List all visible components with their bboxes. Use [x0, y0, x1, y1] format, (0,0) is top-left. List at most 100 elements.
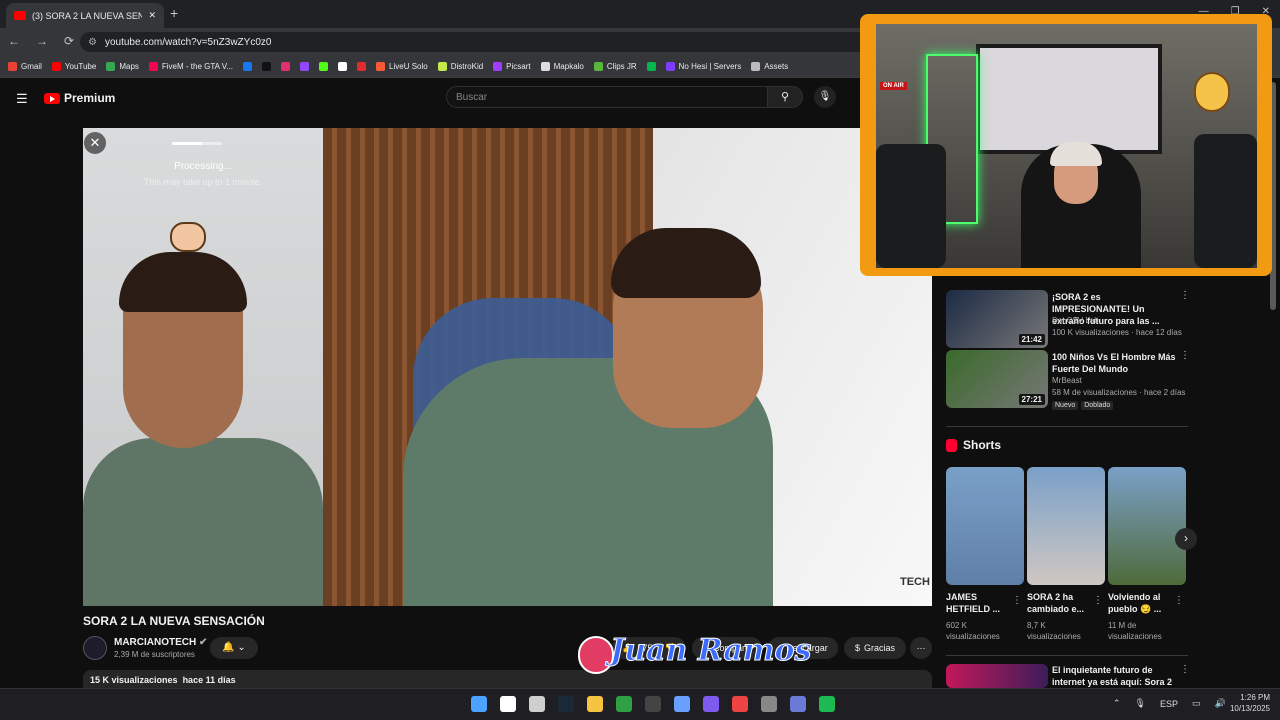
short-thumbnail[interactable]: [1108, 467, 1186, 585]
more-icon[interactable]: ⋮: [1180, 350, 1190, 361]
taskbar-app-icon[interactable]: [674, 696, 690, 712]
recommendation-title[interactable]: El inquietante futuro de internet ya est…: [1052, 664, 1176, 688]
bookmark-item[interactable]: Mapkalo: [540, 62, 584, 71]
voice-search-button[interactable]: 🎙: [814, 86, 836, 108]
search-button[interactable]: ⚲: [767, 86, 803, 108]
recommendation-badges: Nuevo Doblado: [1052, 400, 1116, 410]
channel-name[interactable]: MARCIANOTECH ✔: [114, 637, 207, 648]
short-thumbnail[interactable]: [946, 467, 1024, 585]
streamer-logo-text: Juan Ramos: [609, 633, 812, 668]
taskbar-app-icon[interactable]: [616, 696, 632, 712]
recommendation-meta: 100 K visualizaciones · hace 12 días: [1052, 328, 1182, 337]
bookmark-item[interactable]: [262, 62, 272, 71]
site-settings-icon[interactable]: ⚙: [88, 37, 97, 48]
bookmark-item[interactable]: Maps: [106, 62, 139, 71]
mic-icon[interactable]: 🎙: [1135, 698, 1146, 709]
taskbar-app-icon[interactable]: [790, 696, 806, 712]
back-button[interactable]: ←: [8, 34, 20, 48]
address-bar[interactable]: ⚙ youtube.com/watch?v=5nZ3wZYc0z0: [80, 32, 870, 52]
bookmark-label: FiveM - the GTA V...: [161, 62, 234, 71]
shorts-next-button[interactable]: ›: [1175, 528, 1197, 550]
reload-button[interactable]: ⟳: [64, 34, 74, 48]
close-icon[interactable]: ✕: [84, 132, 106, 154]
recommendation-channel[interactable]: MrBeast: [1052, 376, 1082, 385]
network-icon[interactable]: ▭: [1192, 698, 1201, 709]
bookmark-favicon-icon: [357, 62, 367, 71]
on-air-sign: ON AIR: [880, 82, 907, 90]
taskbar-app-icon[interactable]: [587, 696, 603, 712]
bookmark-item[interactable]: [319, 62, 329, 71]
notifications-button[interactable]: 🔔 ⌄: [210, 637, 258, 659]
tab-title: (3) SORA 2 LA NUEVA SENSACIÓN: [32, 10, 143, 21]
video-thumbnail[interactable]: 21:42: [946, 290, 1048, 348]
streamer-mascot-logo: [578, 636, 614, 674]
more-icon[interactable]: ⋮: [1180, 664, 1190, 675]
taskbar-app-icon[interactable]: [529, 696, 545, 712]
forward-button[interactable]: →: [36, 34, 48, 48]
short-views: 11 M de visualizaciones: [1108, 621, 1162, 641]
recommendation-title[interactable]: 100 Niños Vs El Hombre Más Fuerte Del Mu…: [1052, 351, 1176, 375]
more-icon[interactable]: ⋮: [1180, 290, 1190, 301]
bookmark-item[interactable]: [338, 62, 348, 71]
taskbar-app-icon[interactable]: [703, 696, 719, 712]
taskbar-app-icon[interactable]: [819, 696, 835, 712]
video-player[interactable]: [83, 128, 932, 606]
taskbar-app-icon[interactable]: [471, 696, 487, 712]
subscriber-count: 2,39 M de suscriptores: [114, 650, 195, 659]
short-thumbnail[interactable]: [1027, 467, 1105, 585]
new-tab-button[interactable]: +: [170, 5, 178, 21]
search-input[interactable]: Buscar: [446, 86, 768, 108]
bookmark-item[interactable]: FiveM - the GTA V...: [148, 62, 234, 71]
bookmark-item[interactable]: Picsart: [493, 62, 531, 71]
video-thumbnail[interactable]: [946, 664, 1048, 688]
bookmark-label: Clips JR: [606, 62, 637, 71]
taskbar-app-icon[interactable]: [645, 696, 661, 712]
bookmark-item[interactable]: Assets: [751, 62, 788, 71]
bookmark-item[interactable]: No Hesi | Servers: [665, 62, 741, 71]
bookmark-item[interactable]: YouTube: [51, 62, 97, 71]
bookmark-item[interactable]: Clips JR: [593, 62, 637, 71]
chevron-up-icon[interactable]: ⌃: [1113, 698, 1121, 709]
close-tab-icon[interactable]: ✕: [148, 10, 156, 21]
short-title[interactable]: JAMES HETFIELD ...: [946, 591, 1014, 615]
short-title[interactable]: Volviendo al pueblo 😏 ...: [1108, 591, 1176, 615]
more-actions-button[interactable]: ⋯: [910, 637, 932, 659]
bookmark-favicon-icon: [665, 62, 675, 71]
youtube-logo[interactable]: Premium: [44, 91, 115, 105]
bookmark-item[interactable]: Gmail: [8, 62, 42, 71]
bookmark-item[interactable]: LiveU Solo: [376, 62, 428, 71]
bookmark-favicon-icon: [243, 62, 253, 71]
channel-name-text: MARCIANOTECH: [114, 637, 197, 648]
short-title[interactable]: SORA 2 ha cambiado e...: [1027, 591, 1095, 615]
bookmark-item[interactable]: DistroKid: [437, 62, 483, 71]
browser-tab[interactable]: (3) SORA 2 LA NUEVA SENSACIÓN ✕: [6, 3, 164, 28]
thanks-button[interactable]: $ Gracias: [844, 637, 906, 659]
more-icon[interactable]: ⋮: [1174, 595, 1184, 606]
video-thumbnail[interactable]: 27:21: [946, 350, 1048, 408]
taskbar-app-icon[interactable]: [732, 696, 748, 712]
menu-icon[interactable]: ☰: [16, 91, 28, 107]
bookmark-label: YouTube: [64, 62, 97, 71]
bookmark-item[interactable]: [357, 62, 367, 71]
description-box[interactable]: 15 K visualizaciones hace 11 días: [83, 670, 932, 690]
bookmark-item[interactable]: [646, 62, 656, 71]
taskbar-app-icon[interactable]: [500, 696, 516, 712]
language-indicator[interactable]: ESP: [1160, 699, 1178, 709]
bookmark-item[interactable]: [281, 62, 291, 71]
short-views: 602 K visualizaciones: [946, 621, 1000, 641]
bookmark-favicon-icon: [106, 62, 116, 71]
bookmark-item[interactable]: [300, 62, 310, 71]
bookmark-item[interactable]: [243, 62, 253, 71]
recommendation-channel[interactable]: Dot CSV Lab: [1052, 316, 1099, 325]
channel-avatar[interactable]: [83, 636, 107, 660]
system-tray: ⌃ 🎙 ESP ▭ 🔊: [1113, 698, 1226, 709]
taskbar-app-icon[interactable]: [761, 696, 777, 712]
more-icon[interactable]: ⋮: [1093, 595, 1103, 606]
bookmark-favicon-icon: [751, 62, 761, 71]
bookmark-favicon-icon: [646, 62, 656, 71]
taskbar-app-icon[interactable]: [558, 696, 574, 712]
clock[interactable]: 1:26 PM 10/13/2025: [1222, 692, 1270, 714]
recommendation-meta: 58 M de visualizaciones · hace 2 días: [1052, 388, 1186, 397]
more-icon[interactable]: ⋮: [1012, 595, 1022, 606]
processing-title: Processing...: [174, 161, 232, 172]
